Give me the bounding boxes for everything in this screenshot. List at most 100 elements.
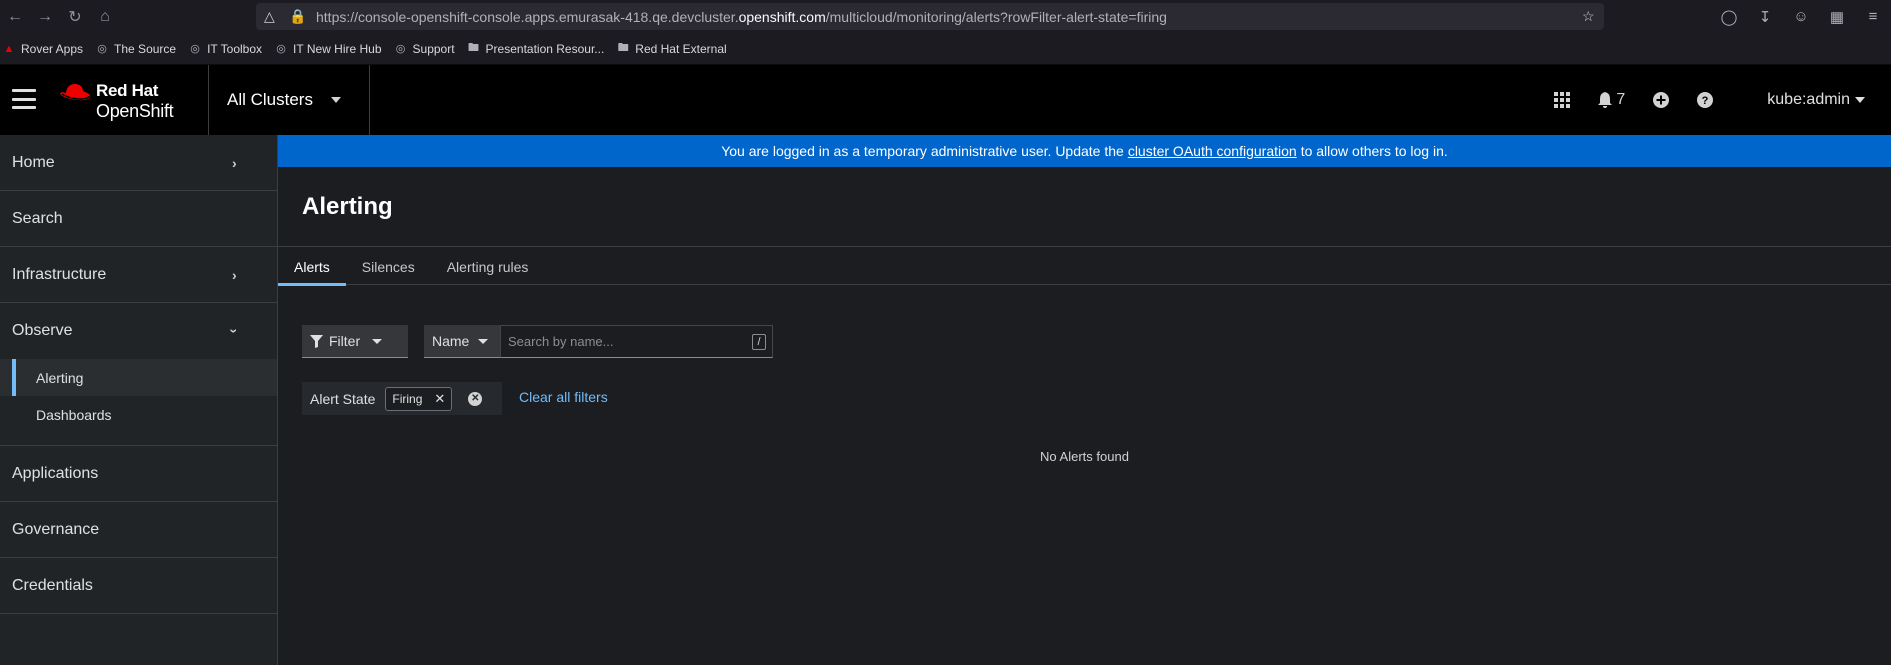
bookmarks-bar: ▲ Rover Apps ◎ The Source ◎ IT Toolbox ◎ IT … [0, 33, 1891, 65]
filter-label: Filter [329, 333, 361, 349]
user-menu[interactable]: kube:admin [1767, 91, 1865, 109]
bookmark-red-hat-external[interactable]: 🖿 Red Hat External [616, 41, 727, 56]
forward-icon[interactable]: → [30, 2, 60, 32]
search-field: / [500, 325, 773, 358]
home-icon[interactable]: ⌂ [90, 2, 120, 32]
folder-icon: 🖿 [617, 42, 629, 54]
filter-chip-firing: Firing ✕ [385, 386, 453, 411]
shield-icon[interactable]: △ [264, 8, 275, 25]
filter-chip-group: Alert State Firing ✕ ✕ [302, 382, 502, 415]
download-icon[interactable]: ↧ [1747, 8, 1783, 26]
globe-icon: ◎ [190, 43, 200, 55]
sidebar-item-governance[interactable]: Governance [0, 502, 277, 558]
bookmark-presentation-resources[interactable]: 🖿 Presentation Resour... [467, 42, 604, 56]
sidebar-subitem-label: Dashboards [36, 406, 112, 423]
cluster-selector[interactable]: All Clusters [208, 65, 370, 135]
extensions-icon[interactable]: ▦ [1819, 8, 1855, 26]
close-icon[interactable]: ✕ [434, 391, 445, 407]
notifications-button[interactable]: 7 [1598, 91, 1625, 109]
empty-state-message: No Alerts found [1040, 449, 1129, 464]
caret-down-icon [478, 338, 489, 344]
clear-all-filters-link[interactable]: Clear all filters [519, 389, 608, 405]
address-bar[interactable]: △ 🔒 https://console-openshift-console.ap… [256, 3, 1604, 30]
sidebar-group-observe: Observe › Alerting Dashboards [0, 303, 277, 446]
bookmark-label: IT New Hire Hub [293, 41, 382, 56]
app-launcher-icon[interactable] [1554, 92, 1571, 108]
chevron-right-icon: › [232, 154, 237, 171]
keyboard-shortcut-hint: / [752, 334, 766, 350]
name-attribute-dropdown[interactable]: Name [424, 325, 500, 358]
bookmark-the-source[interactable]: ◎ The Source [95, 42, 176, 56]
tab-label: Silences [361, 258, 415, 275]
sidebar-item-credentials[interactable]: Credentials [0, 558, 277, 614]
sidebar-item-infrastructure[interactable]: Infrastructure › [0, 247, 277, 303]
tab-label: Alerts [294, 258, 330, 275]
sidebar-item-label: Observe [12, 322, 73, 339]
sidebar-item-label: Applications [12, 464, 99, 482]
hamburger-menu-icon[interactable] [12, 89, 36, 109]
quick-create-icon[interactable] [1653, 92, 1670, 108]
search-input[interactable] [501, 326, 741, 357]
banner-text: to allow others to log in. [1300, 143, 1448, 159]
chevron-right-icon: › [232, 266, 237, 283]
bookmark-star-icon[interactable]: ☆ [1582, 8, 1595, 25]
folder-icon: 🖿 [468, 42, 480, 54]
chip-label: Firing [392, 391, 423, 406]
cluster-oauth-link[interactable]: cluster OAuth configuration [1128, 143, 1297, 159]
globe-icon: ◎ [395, 43, 406, 55]
help-icon[interactable]: ? [1697, 92, 1714, 108]
page-title: Alerting [302, 193, 393, 220]
sidebar-item-label: Credentials [12, 576, 93, 594]
sidebar-item-search[interactable]: Search [0, 191, 277, 247]
bookmark-label: The Source [114, 41, 177, 56]
tab-alerts[interactable]: Alerts [278, 248, 346, 286]
redhat-icon: ▲ [3, 42, 15, 55]
chip-category-label: Alert State [310, 390, 376, 407]
sidebar-subitem-alerting[interactable]: Alerting [0, 359, 277, 396]
bookmark-rover-apps[interactable]: ▲ Rover Apps [2, 41, 84, 56]
reload-icon[interactable]: ↻ [60, 2, 90, 32]
bookmark-it-toolbox[interactable]: ◎ IT Toolbox [188, 42, 262, 56]
sidebar-subitem-dashboards[interactable]: Dashboards [0, 396, 277, 433]
sidebar-item-label: Infrastructure [12, 265, 107, 283]
sidebar-item-observe[interactable]: Observe › [0, 303, 277, 359]
banner-text: You are logged in as a temporary adminis… [721, 143, 1124, 159]
notification-count: 7 [1616, 91, 1626, 108]
bookmark-label: IT Toolbox [207, 41, 263, 56]
close-chip-group-icon[interactable]: ✕ [468, 391, 483, 406]
url-text[interactable]: https://console-openshift-console.apps.e… [316, 9, 1167, 25]
bookmark-label: Rover Apps [21, 41, 84, 56]
filter-dropdown[interactable]: Filter [302, 325, 408, 358]
redhat-openshift-logo[interactable]: Red Hat OpenShift [58, 79, 188, 123]
sidebar-item-home[interactable]: Home › [0, 135, 277, 191]
sidebar-item-label: Home [12, 153, 55, 171]
url-prefix: https://console-openshift-console.apps.e… [316, 9, 739, 25]
back-icon[interactable]: ← [0, 2, 30, 32]
filter-icon [310, 334, 323, 348]
url-suffix: /multicloud/monitoring/alerts?rowFilter-… [825, 9, 1167, 25]
tab-label: Alerting rules [446, 258, 529, 275]
bookmark-label: Red Hat External [635, 41, 727, 56]
masthead: Red Hat OpenShift All Clusters 7 ? kube:… [0, 65, 1891, 135]
menu-icon[interactable]: ≡ [1855, 8, 1891, 25]
bookmark-support[interactable]: ◎ Support [394, 42, 455, 56]
tab-alerting-rules[interactable]: Alerting rules [431, 248, 545, 285]
sidebar-item-label: Search [12, 209, 63, 227]
bookmark-it-new-hire-hub[interactable]: ◎ IT New Hire Hub [274, 42, 381, 56]
tab-silences[interactable]: Silences [346, 248, 431, 285]
name-label: Name [432, 333, 470, 349]
logo-text-openshift: OpenShift [96, 101, 174, 121]
url-domain: openshift.com [738, 9, 826, 25]
bookmark-label: Support [412, 41, 455, 56]
redhat-hat-icon [60, 84, 91, 101]
globe-icon: ◎ [97, 43, 107, 55]
tabs: Alerts Silences Alerting rules [278, 248, 1891, 286]
logo-text-redhat: Red Hat [96, 81, 159, 100]
lock-icon[interactable]: 🔒 [289, 8, 306, 25]
svg-text:?: ? [1702, 95, 1709, 107]
browser-toolbar: ← → ↻ ⌂ △ 🔒 https://console-openshift-co… [0, 0, 1891, 33]
pocket-icon[interactable]: ◯ [1711, 8, 1747, 26]
account-icon[interactable]: ☺ [1783, 8, 1819, 25]
sidebar-item-applications[interactable]: Applications [0, 446, 277, 502]
sidebar-nav: Home › Search Infrastructure › Observe ›… [0, 135, 278, 665]
